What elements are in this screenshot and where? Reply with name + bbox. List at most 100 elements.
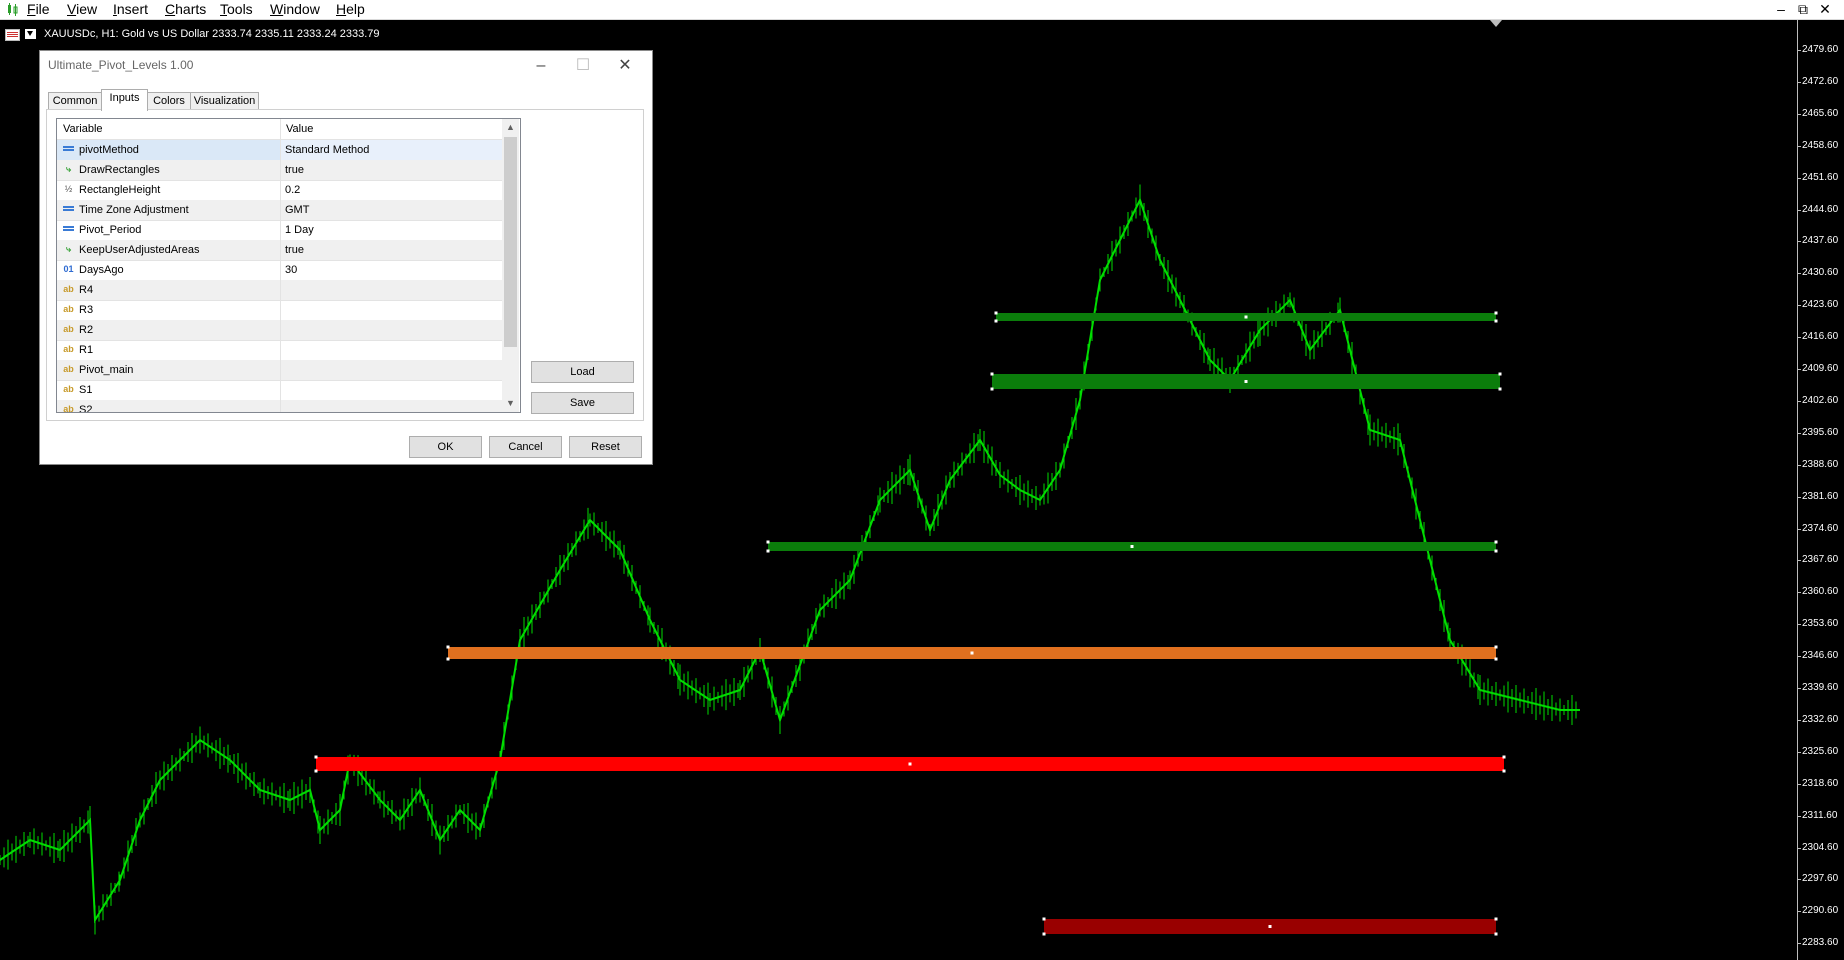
- rect-handle[interactable]: [1494, 311, 1498, 315]
- parameter-value-cell[interactable]: 30: [281, 260, 502, 280]
- parameter-value-cell[interactable]: Standard Method: [281, 140, 502, 160]
- parameter-row[interactable]: ⤷ DrawRectangles true: [57, 160, 502, 181]
- rect-handle[interactable]: [994, 319, 998, 323]
- parameter-name-cell[interactable]: ab S1: [57, 380, 281, 400]
- parameter-row[interactable]: ab S2: [57, 400, 502, 412]
- parameter-value-cell[interactable]: GMT: [281, 200, 502, 220]
- grid-header: Variable Value: [57, 119, 502, 140]
- rect-handle[interactable]: [1494, 932, 1498, 936]
- parameter-value-cell[interactable]: [281, 280, 502, 300]
- parameter-name-cell[interactable]: ½ RectangleHeight: [57, 180, 281, 200]
- parameter-value-cell[interactable]: true: [281, 160, 502, 180]
- parameter-value-cell[interactable]: [281, 400, 502, 412]
- scroll-up-icon[interactable]: ▲: [502, 119, 519, 136]
- parameter-row[interactable]: ½ RectangleHeight 0.2: [57, 180, 502, 201]
- parameter-value-cell[interactable]: 0.2: [281, 180, 502, 200]
- rect-handle[interactable]: [1494, 319, 1498, 323]
- rect-handle[interactable]: [1130, 545, 1134, 548]
- str-type-icon: ab: [63, 364, 74, 374]
- rect-handle[interactable]: [1042, 932, 1046, 936]
- reset-button[interactable]: Reset: [569, 436, 642, 458]
- price-label: 2353.60: [1802, 618, 1839, 630]
- parameter-value-cell[interactable]: [281, 360, 502, 380]
- parameter-name-cell[interactable]: ab R1: [57, 340, 281, 360]
- price-label: 2283.60: [1802, 937, 1839, 949]
- rect-handle[interactable]: [1494, 549, 1498, 553]
- value-column-header[interactable]: Value: [286, 123, 313, 135]
- rect-handle[interactable]: [1042, 917, 1046, 921]
- rect-handle[interactable]: [1268, 925, 1272, 928]
- scroll-down-icon[interactable]: ▼: [502, 395, 519, 412]
- minimize-icon[interactable]: –: [518, 54, 564, 78]
- rect-handle[interactable]: [970, 651, 974, 655]
- price-label: 2395.60: [1802, 426, 1839, 438]
- rect-handle[interactable]: [1494, 657, 1498, 661]
- rect-handle[interactable]: [990, 387, 994, 391]
- rect-handle[interactable]: [908, 762, 912, 766]
- rect-handle[interactable]: [314, 769, 318, 773]
- parameter-name-cell[interactable]: Pivot_Period: [57, 220, 281, 240]
- close-icon[interactable]: ✕: [602, 54, 648, 78]
- price-tick: [1797, 177, 1801, 179]
- parameter-name-cell[interactable]: ab R2: [57, 320, 281, 340]
- rect-handle[interactable]: [446, 657, 450, 661]
- parameter-row[interactable]: ab R4: [57, 280, 502, 301]
- parameter-row[interactable]: Pivot_Period 1 Day: [57, 220, 502, 241]
- parameter-row[interactable]: ab Pivot_main: [57, 360, 502, 381]
- rect-handle[interactable]: [766, 549, 770, 553]
- parameter-value-cell[interactable]: [281, 320, 502, 340]
- rect-handle[interactable]: [1494, 917, 1498, 921]
- rect-handle[interactable]: [446, 645, 450, 649]
- rect-handle[interactable]: [1498, 387, 1502, 391]
- rect-handle[interactable]: [1494, 540, 1498, 544]
- parameter-name-cell[interactable]: ⤷ DrawRectangles: [57, 160, 281, 180]
- parameter-row[interactable]: ⤷ KeepUserAdjustedAreas true: [57, 240, 502, 261]
- scrollbar-thumb[interactable]: [504, 137, 517, 347]
- rect-handle[interactable]: [1494, 645, 1498, 649]
- parameter-row[interactable]: Time Zone Adjustment GMT: [57, 200, 502, 221]
- tab-common[interactable]: Common: [48, 92, 102, 110]
- rect-handle[interactable]: [314, 755, 318, 759]
- chart-shift-marker[interactable]: [1490, 20, 1502, 27]
- parameter-row[interactable]: pivotMethod Standard Method: [57, 140, 502, 161]
- save-button[interactable]: Save: [531, 392, 634, 414]
- parameter-value-cell[interactable]: [281, 300, 502, 320]
- parameter-name-cell[interactable]: 01 DaysAgo: [57, 260, 281, 280]
- parameter-value-cell[interactable]: 1 Day: [281, 220, 502, 240]
- tab-colors[interactable]: Colors: [147, 92, 191, 110]
- price-label: 2311.60: [1802, 809, 1838, 821]
- rect-handle[interactable]: [1502, 755, 1506, 759]
- cancel-button[interactable]: Cancel: [489, 436, 562, 458]
- load-button[interactable]: Load: [531, 361, 634, 383]
- variable-column-header[interactable]: Variable: [63, 123, 103, 135]
- tab-inputs[interactable]: Inputs: [101, 89, 148, 111]
- rect-handle[interactable]: [1244, 315, 1248, 319]
- parameter-row[interactable]: ab R2: [57, 320, 502, 341]
- parameter-name-cell[interactable]: ⤷ KeepUserAdjustedAreas: [57, 240, 281, 260]
- str-type-icon: ab: [63, 284, 74, 294]
- ok-button[interactable]: OK: [409, 436, 482, 458]
- parameter-row[interactable]: ab S1: [57, 380, 502, 401]
- parameter-value: 1 Day: [285, 224, 314, 236]
- parameter-name-cell[interactable]: ab Pivot_main: [57, 360, 281, 380]
- parameter-name-cell[interactable]: ab R3: [57, 300, 281, 320]
- parameter-value-cell[interactable]: true: [281, 240, 502, 260]
- parameter-value-cell[interactable]: [281, 380, 502, 400]
- rect-handle[interactable]: [1498, 372, 1502, 376]
- parameter-name-cell[interactable]: Time Zone Adjustment: [57, 200, 281, 220]
- parameter-value-cell[interactable]: [281, 340, 502, 360]
- rect-handle[interactable]: [994, 311, 998, 315]
- parameter-name-cell[interactable]: ab S2: [57, 400, 281, 412]
- parameter-name-cell[interactable]: pivotMethod: [57, 140, 281, 160]
- parameter-row[interactable]: 01 DaysAgo 30: [57, 260, 502, 281]
- parameter-name-cell[interactable]: ab R4: [57, 280, 281, 300]
- parameter-row[interactable]: ab R1: [57, 340, 502, 361]
- grid-scrollbar[interactable]: ▲ ▼: [502, 119, 519, 412]
- rect-handle[interactable]: [1244, 380, 1248, 383]
- tab-visualization[interactable]: Visualization: [190, 92, 259, 110]
- rect-handle[interactable]: [1502, 769, 1506, 773]
- rect-handle[interactable]: [990, 372, 994, 376]
- int-type-icon: 01: [63, 264, 74, 274]
- rect-handle[interactable]: [766, 540, 770, 544]
- parameter-row[interactable]: ab R3: [57, 300, 502, 321]
